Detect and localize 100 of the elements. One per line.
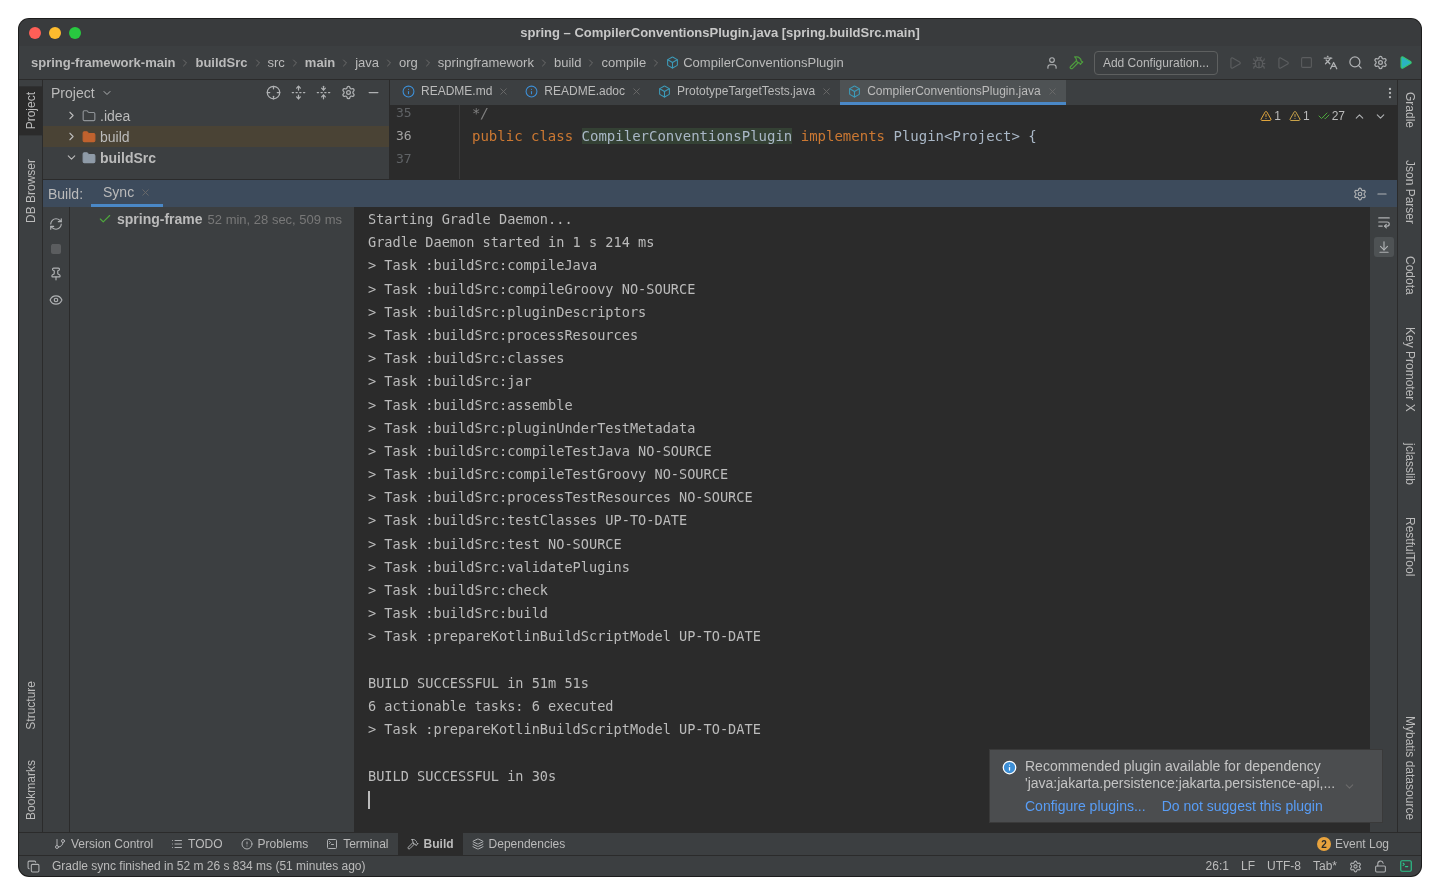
close-button[interactable] bbox=[29, 26, 41, 39]
info-icon bbox=[525, 84, 539, 98]
panel-icon[interactable] bbox=[27, 859, 40, 873]
tool-tab[interactable]: Build bbox=[397, 833, 463, 855]
breadcrumb[interactable]: main bbox=[304, 55, 336, 70]
settings-icon[interactable] bbox=[1353, 186, 1367, 201]
tool-window-button[interactable]: Codota bbox=[1398, 250, 1421, 301]
zoom-button[interactable] bbox=[69, 26, 81, 39]
console-line: > Task :buildSrc:processTestResources NO-SOURCE bbox=[368, 489, 753, 506]
expand-icon[interactable] bbox=[291, 85, 306, 100]
folder-icon bbox=[82, 129, 96, 144]
project-view-dropdown[interactable]: Project bbox=[51, 84, 256, 101]
refresh-icon[interactable] bbox=[49, 217, 63, 231]
breadcrumb[interactable]: build bbox=[553, 55, 582, 70]
tool-window-button[interactable]: RestfulTool bbox=[1398, 511, 1421, 583]
unlock-icon[interactable] bbox=[1374, 859, 1387, 873]
tool-window-button[interactable]: Gradle bbox=[1398, 86, 1421, 135]
notification-link[interactable]: Do not suggest this plugin bbox=[1161, 798, 1323, 814]
terminal-icon bbox=[326, 838, 339, 850]
collapse-icon[interactable] bbox=[316, 85, 331, 100]
breadcrumb[interactable]: java bbox=[355, 55, 380, 70]
console-line: BUILD SUCCESSFUL in 30s bbox=[368, 767, 557, 784]
check-icon bbox=[98, 212, 112, 226]
console-line: > Task :buildSrc:jar bbox=[368, 373, 532, 390]
info-icon bbox=[402, 84, 415, 98]
terminal-icon[interactable] bbox=[1399, 859, 1413, 873]
tool-tab[interactable]: Terminal bbox=[317, 833, 398, 855]
tool-window-button[interactable]: Key Promoter X bbox=[1398, 320, 1421, 418]
scroll-to-end-icon[interactable] bbox=[1373, 237, 1394, 257]
breadcrumb[interactable]: compile bbox=[601, 55, 647, 70]
console-line: > Task :prepareKotlinBuildScriptModel UP-TO-DATE bbox=[368, 721, 761, 738]
console-line: Starting Gradle Daemon... bbox=[368, 211, 573, 227]
build-duration: 52 min, 28 sec, 509 ms bbox=[207, 211, 342, 227]
event-log-button[interactable]: 2 Event Log bbox=[1316, 833, 1421, 855]
build-node[interactable]: spring-frame bbox=[117, 211, 203, 227]
console-line: > Task :buildSrc:pluginUnderTestMetadata bbox=[368, 419, 696, 436]
caret-position[interactable]: 26:1 bbox=[1205, 859, 1229, 873]
settings-icon[interactable] bbox=[1373, 55, 1388, 70]
tool-tab[interactable]: Version Control bbox=[45, 833, 163, 855]
tree-item[interactable]: build bbox=[100, 128, 130, 145]
editor-tab[interactable]: CompilerConventionsPlugin.java bbox=[840, 80, 1066, 105]
hammer-icon[interactable] bbox=[1068, 55, 1084, 70]
breadcrumb[interactable]: buildSrc bbox=[195, 55, 248, 70]
notification-link[interactable]: Configure plugins... bbox=[1025, 798, 1146, 814]
translate-icon[interactable] bbox=[1323, 55, 1338, 70]
breadcrumb[interactable]: springframework bbox=[437, 55, 534, 70]
console-line: > Task :buildSrc:classes bbox=[368, 350, 565, 367]
console-line: > Task :buildSrc:compileTestGroovy NO-SOURCE bbox=[368, 466, 729, 483]
minimize-button[interactable] bbox=[49, 26, 61, 39]
breadcrumb[interactable]: src bbox=[267, 55, 285, 70]
tree-item[interactable]: buildSrc bbox=[100, 149, 156, 166]
line-separator[interactable]: LF bbox=[1240, 859, 1255, 873]
editor-tab[interactable]: PrototypeTargetTests.java bbox=[650, 80, 841, 105]
code-line: public class CompilerConventionsPlugin implements Plugin<Project> { bbox=[472, 128, 1037, 146]
soft-wrap-icon[interactable] bbox=[1376, 215, 1391, 229]
tool-window-button[interactable]: Structure bbox=[19, 675, 43, 736]
folder-icon bbox=[82, 108, 96, 123]
editor-tab[interactable]: README.adoc bbox=[517, 80, 651, 105]
tool-tab[interactable]: TODO bbox=[162, 833, 232, 855]
breadcrumb[interactable]: org bbox=[399, 55, 418, 70]
console-line: > Task :buildSrc:validatePlugins bbox=[368, 558, 630, 575]
console-line: > Task :buildSrc:processResources bbox=[368, 326, 639, 343]
logo-icon[interactable] bbox=[1398, 55, 1413, 70]
tool-window-button[interactable]: DB Browser bbox=[19, 153, 43, 230]
tool-window-button[interactable]: Mybatis datasource bbox=[1398, 709, 1421, 826]
class-icon bbox=[666, 56, 680, 69]
breadcrumb[interactable]: spring-framework-main bbox=[31, 55, 176, 70]
settings-icon[interactable] bbox=[1349, 859, 1362, 873]
window-title: spring – CompilerConventionsPlugin.java [spring.buildSrc.main] bbox=[520, 25, 920, 40]
file-encoding[interactable]: UTF-8 bbox=[1266, 859, 1301, 873]
tool-tab[interactable]: Problems bbox=[231, 833, 318, 855]
crosshair-icon[interactable] bbox=[266, 85, 281, 100]
tool-window-button[interactable]: Project bbox=[19, 86, 43, 136]
console-line: > Task :buildSrc:assemble bbox=[368, 396, 573, 413]
tool-window-button[interactable]: jclasslib bbox=[1398, 437, 1421, 492]
editor-tab[interactable]: README.md bbox=[394, 80, 518, 105]
breadcrumb[interactable]: CompilerConventionsPlugin bbox=[683, 55, 844, 70]
tool-tab[interactable]: Dependencies bbox=[462, 833, 575, 855]
eye-icon[interactable] bbox=[49, 293, 63, 307]
warning-count[interactable]: 1 bbox=[1274, 109, 1281, 123]
tool-window-button[interactable]: Json Parser bbox=[1398, 154, 1421, 231]
indent-setting[interactable]: Tab* bbox=[1312, 859, 1337, 873]
pin-icon[interactable] bbox=[49, 267, 63, 281]
add-configuration-button[interactable]: Add Configuration... bbox=[1093, 50, 1218, 75]
line-number: 36 bbox=[396, 128, 413, 145]
panel-tab[interactable]: Sync bbox=[91, 180, 164, 207]
user-icon[interactable] bbox=[1044, 55, 1059, 70]
console-line: > Task :buildSrc:pluginDescriptors bbox=[368, 303, 647, 320]
panel-title: Build: bbox=[48, 185, 84, 202]
weak-warning-count[interactable]: 1 bbox=[1302, 109, 1310, 123]
typo-count[interactable]: 27 bbox=[1331, 109, 1345, 123]
search-icon[interactable] bbox=[1348, 55, 1363, 70]
tool-window-button[interactable]: Bookmarks bbox=[19, 753, 43, 826]
settings-icon[interactable] bbox=[341, 85, 356, 100]
tree-item[interactable]: .idea bbox=[100, 107, 131, 124]
class-icon bbox=[658, 84, 672, 98]
console-line: 6 actionable tasks: 6 executed bbox=[368, 697, 614, 714]
console-line: > Task :prepareKotlinBuildScriptModel UP-TO-DATE bbox=[368, 628, 761, 645]
console-line: > Task :buildSrc:compileJava bbox=[368, 257, 598, 274]
branch-icon bbox=[54, 838, 66, 850]
